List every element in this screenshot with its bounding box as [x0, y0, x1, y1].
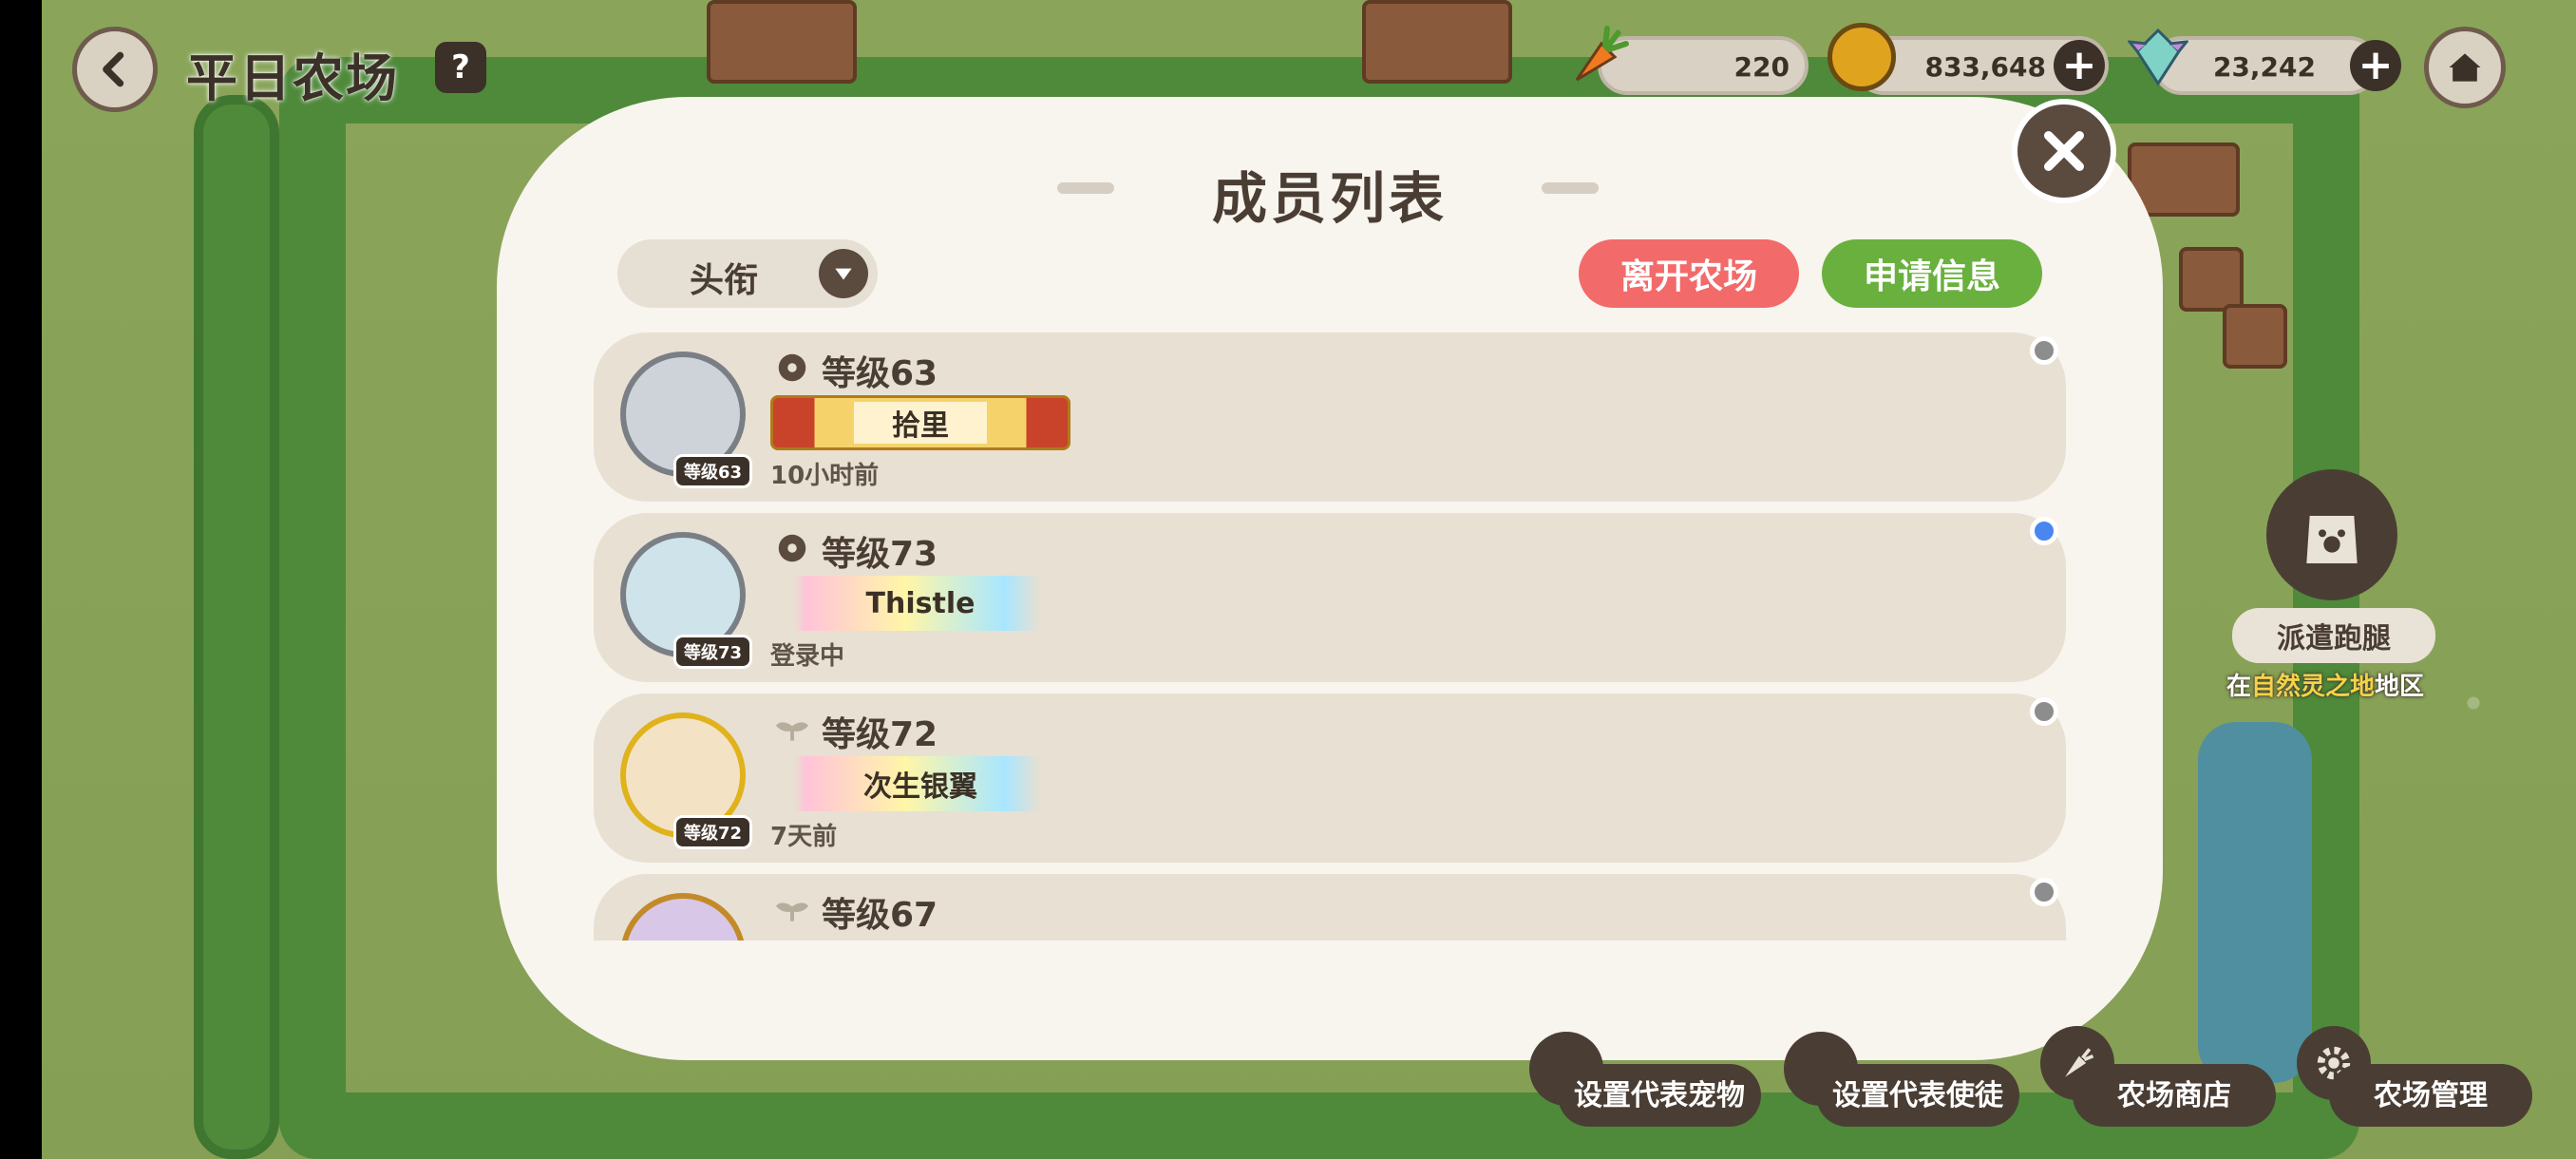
- online-indicator: [2030, 517, 2058, 545]
- avatar: 等级72: [611, 703, 753, 853]
- crate: [2223, 304, 2287, 369]
- avatar: 等级63: [611, 342, 753, 492]
- flower-icon: [778, 353, 806, 382]
- modal-title: 成员列表: [1211, 166, 1448, 231]
- farm-shop-button[interactable]: 农场商店: [2073, 1064, 2276, 1127]
- avatar: [611, 884, 753, 940]
- crate: [2179, 247, 2244, 312]
- member-name-tag: 拾里: [770, 395, 1070, 450]
- gold-count: 833,648: [1924, 51, 2046, 83]
- gate-left: [707, 0, 857, 84]
- member-name-tag: 次生银翼: [770, 756, 1070, 811]
- crystal-count: 23,242: [2212, 51, 2316, 83]
- dispatch-suffix: 地区: [2375, 673, 2425, 701]
- dispatch-prefix: 在: [2226, 673, 2252, 701]
- sort-label: 头衔: [690, 261, 759, 300]
- member-name-tag: Thistle: [770, 576, 1070, 631]
- house-icon: [2449, 53, 2481, 82]
- member-row[interactable]: 等级73 等级73 Thistle 登录中: [594, 513, 2066, 682]
- crystal-icon: [2126, 28, 2190, 86]
- member-name: 次生银翼: [863, 770, 977, 804]
- title-sort-dropdown[interactable]: 头衔: [617, 239, 878, 308]
- screen-edge: [0, 0, 42, 1159]
- paw-bag-icon: [2306, 516, 2358, 563]
- avatar-level-badge: 等级63: [673, 454, 753, 488]
- farm-management-button[interactable]: 农场管理: [2329, 1064, 2532, 1127]
- chevron-left-icon: [103, 51, 124, 87]
- gate-right: [1362, 0, 1512, 84]
- application-info-button[interactable]: 申请信息: [1822, 239, 2042, 308]
- member-name: 拾里: [854, 402, 987, 444]
- close-button[interactable]: [2012, 99, 2116, 203]
- member-row[interactable]: 等级72 等级72 次生银翼 7天前: [594, 694, 2066, 863]
- dispatch-label[interactable]: 派遣跑腿: [2232, 608, 2435, 663]
- sprout-icon: [775, 902, 809, 922]
- avatar-level-badge: 等级73: [673, 635, 753, 669]
- help-icon[interactable]: ?: [435, 42, 486, 93]
- set-representative-pet-button[interactable]: 设置代表宠物: [1558, 1064, 1761, 1127]
- chevron-down-icon: [819, 249, 868, 298]
- member-level: 等级72: [822, 715, 938, 754]
- leave-farm-button[interactable]: 离开农场: [1579, 239, 1799, 308]
- gold-coin-icon: [1828, 23, 1896, 91]
- member-status: 7天前: [770, 823, 838, 851]
- farm-title: 平日农场: [186, 48, 399, 108]
- avatar-portrait: [620, 893, 746, 940]
- home-button[interactable]: [2424, 27, 2506, 108]
- member-name: Thistle: [865, 586, 975, 620]
- hedge-left: [194, 95, 279, 1159]
- member-level: 等级63: [822, 354, 938, 393]
- carrot-icon: [1575, 26, 1629, 82]
- member-level: 等级67: [822, 896, 938, 935]
- carrot-count: 220: [1733, 51, 1790, 83]
- avatar-level-badge: 等级72: [673, 815, 753, 849]
- dispatch-region: 自然灵之地: [2251, 673, 2376, 701]
- add-crystal-button[interactable]: +: [2350, 40, 2401, 91]
- avatar: 等级73: [611, 522, 753, 673]
- flower-icon: [778, 534, 806, 562]
- member-status: 10小时前: [770, 462, 880, 490]
- dispatch-region-text: 在自然灵之地地区: [2226, 667, 2424, 702]
- set-representative-envoy-button[interactable]: 设置代表使徒: [1816, 1064, 2019, 1127]
- dispatch-errand-button[interactable]: [2266, 469, 2397, 600]
- member-list[interactable]: 等级63 等级63 拾里 10小时前 等级73 等级73 Thistle 登录中…: [594, 332, 2066, 940]
- sprout-icon: [775, 722, 809, 741]
- close-icon: [2044, 131, 2084, 171]
- member-row[interactable]: 等级67: [594, 874, 2066, 940]
- add-gold-button[interactable]: +: [2054, 40, 2105, 91]
- offline-indicator: [2030, 697, 2058, 726]
- member-row[interactable]: 等级63 等级63 拾里 10小时前: [594, 332, 2066, 502]
- offline-indicator: [2030, 878, 2058, 906]
- back-button[interactable]: [72, 27, 158, 112]
- member-status: 登录中: [770, 642, 845, 671]
- member-level: 等级73: [822, 535, 938, 574]
- pond: [2198, 722, 2312, 1083]
- offline-indicator: [2030, 336, 2058, 365]
